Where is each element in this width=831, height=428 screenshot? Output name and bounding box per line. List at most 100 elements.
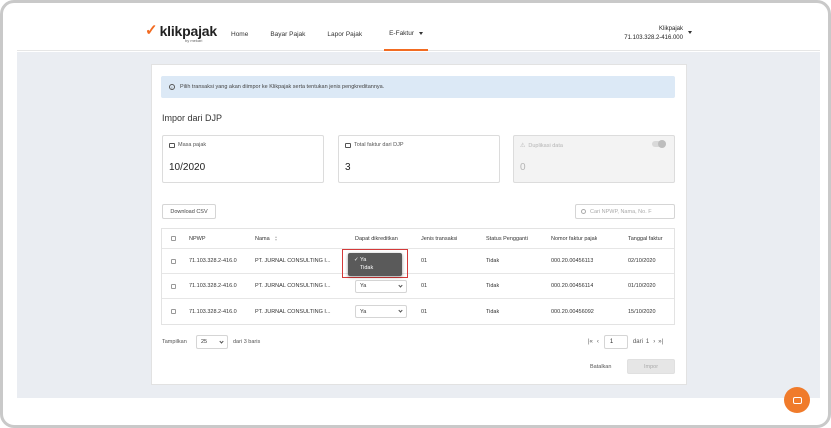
cell-nomor: 000.20.00456113 bbox=[551, 258, 594, 264]
chevron-down-icon bbox=[419, 31, 424, 35]
nav-lapor-pajak[interactable]: Lapor Pajak bbox=[327, 17, 362, 51]
cell-status: Tidak bbox=[486, 283, 500, 289]
next-page-icon[interactable]: › bbox=[653, 339, 655, 345]
cell-tanggal: 15/10/2020 bbox=[628, 308, 656, 315]
chat-icon bbox=[792, 396, 802, 404]
search-input[interactable]: Cari NPWP, Nama, No. F bbox=[575, 204, 675, 219]
info-banner: i Pilih transaksi yang akan diimpor ke K… bbox=[161, 76, 675, 98]
nav-home[interactable]: Home bbox=[231, 17, 248, 51]
stat-masa-label: Masa pajak bbox=[178, 142, 207, 148]
download-csv-button[interactable]: Download CSV bbox=[162, 204, 216, 219]
kredit-select-value: Ya bbox=[360, 308, 367, 315]
row-checkbox[interactable] bbox=[171, 309, 176, 314]
chevron-down-icon bbox=[219, 338, 224, 344]
col-jenis-transaksi: Jenis transaksi bbox=[421, 235, 458, 242]
cell-nomor: 000.20.00456092 bbox=[551, 308, 594, 315]
main-nav: Home Bayar Pajak Lapor Pajak E-Faktur bbox=[231, 17, 450, 51]
warning-icon: ⚠ bbox=[520, 143, 526, 149]
calendar-icon bbox=[169, 142, 175, 148]
brand-name: klikpajak bbox=[159, 23, 218, 39]
duplikasi-toggle[interactable] bbox=[652, 140, 666, 148]
cell-nomor: 000.20.00456114 bbox=[551, 283, 594, 289]
show-label: Tampilkan bbox=[162, 339, 187, 345]
select-all-checkbox[interactable] bbox=[171, 236, 176, 241]
sort-icon bbox=[274, 236, 278, 241]
stat-duplikasi: ⚠ Duplikasi data 0 bbox=[513, 135, 675, 183]
table-header-row: NPWP Nama Dapat dikreditkan Jenis transa… bbox=[162, 229, 674, 249]
cell-jenis: 01 bbox=[421, 308, 428, 315]
last-page-icon[interactable]: »| bbox=[658, 339, 663, 345]
user-name: Klikpajak bbox=[658, 26, 683, 32]
col-dapat-dikreditkan: Dapat dikreditkan bbox=[355, 235, 398, 242]
search-icon bbox=[581, 209, 586, 214]
rows-count: dari 3 baris bbox=[233, 339, 261, 345]
page-title: Impor dari DJP bbox=[162, 113, 223, 123]
page-size-select[interactable]: 25 bbox=[196, 335, 228, 349]
table-row: 71.103.328.2-416.0 PT. JURNAL CONSULTING… bbox=[162, 249, 674, 274]
cell-tanggal: 02/10/2020 bbox=[628, 258, 656, 264]
search-placeholder: Cari NPWP, Nama, No. F bbox=[590, 208, 652, 215]
brand-logo[interactable]: ✓ klikpajak by mekari bbox=[145, 22, 218, 44]
info-text: Pilih transaksi yang akan diimpor ke Kli… bbox=[180, 84, 385, 90]
col-nama[interactable]: Nama bbox=[255, 229, 278, 248]
cell-nama: PT. JURNAL CONSULTING I... bbox=[255, 308, 331, 315]
chevron-down-icon bbox=[398, 282, 403, 288]
col-npwp: NPWP bbox=[189, 235, 206, 242]
top-header: ✓ klikpajak by mekari Home Bayar Pajak L… bbox=[17, 17, 820, 51]
kredit-dropdown-menu: ✓ Ya Tidak bbox=[348, 253, 402, 276]
stat-duplikasi-label: Duplikasi data bbox=[528, 142, 563, 149]
of-pages-label: dari bbox=[632, 339, 643, 345]
kredit-select[interactable]: Ya bbox=[355, 305, 407, 318]
col-tanggal-faktur: Tanggal faktur bbox=[628, 235, 663, 242]
prev-page-icon[interactable]: ‹ bbox=[597, 339, 599, 345]
kredit-select-value: Ya bbox=[360, 283, 367, 289]
cell-tanggal: 01/10/2020 bbox=[628, 283, 656, 289]
stat-total-value: 3 bbox=[345, 162, 351, 173]
table-row: 71.103.328.2-416.0 PT. JURNAL CONSULTING… bbox=[162, 274, 674, 299]
cell-status: Tidak bbox=[486, 258, 500, 264]
import-button[interactable]: Impor bbox=[627, 359, 675, 374]
dropdown-option-ya[interactable]: ✓ Ya bbox=[354, 256, 396, 264]
cell-nama: PT. JURNAL CONSULTING I... bbox=[255, 283, 331, 289]
dropdown-option-tidak[interactable]: Tidak bbox=[354, 264, 396, 272]
cell-nama: PT. JURNAL CONSULTING I... bbox=[255, 258, 331, 264]
col-status-pengganti: Status Pengganti bbox=[486, 235, 528, 242]
cell-status: Tidak bbox=[486, 308, 500, 315]
nav-e-faktur-label: E-Faktur bbox=[389, 29, 415, 37]
stat-duplikasi-value: 0 bbox=[520, 162, 526, 173]
col-nama-label: Nama bbox=[255, 235, 270, 242]
faktur-table: NPWP Nama Dapat dikreditkan Jenis transa… bbox=[161, 228, 675, 325]
nav-bayar-pajak[interactable]: Bayar Pajak bbox=[270, 17, 305, 51]
stat-total-label: Total faktur dari DJP bbox=[354, 142, 404, 148]
import-card: i Pilih transaksi yang akan diimpor ke K… bbox=[151, 64, 687, 385]
user-chevron-down-icon[interactable] bbox=[688, 31, 692, 34]
page-input[interactable]: 1 bbox=[603, 335, 628, 349]
pagination: |« ‹ 1 dari 1 › »| bbox=[588, 335, 663, 349]
nav-e-faktur[interactable]: E-Faktur bbox=[384, 17, 429, 51]
user-npwp: 71.103.328.2-416.000 bbox=[624, 35, 683, 41]
document-icon bbox=[345, 142, 351, 148]
row-checkbox[interactable] bbox=[171, 258, 176, 264]
info-icon: i bbox=[169, 84, 175, 90]
table-row: 71.103.328.2-416.0 PT. JURNAL CONSULTING… bbox=[162, 299, 674, 324]
cell-npwp: 71.103.328.2-416.0 bbox=[189, 308, 237, 315]
kredit-select[interactable]: Ya bbox=[355, 279, 407, 293]
total-pages: 1 bbox=[645, 339, 650, 345]
first-page-icon[interactable]: |« bbox=[588, 339, 593, 345]
row-checkbox[interactable] bbox=[171, 283, 176, 289]
user-menu[interactable]: Klikpajak 71.103.328.2-416.000 bbox=[624, 25, 683, 43]
cell-jenis: 01 bbox=[421, 258, 428, 264]
stat-masa-pajak: Masa pajak 10/2020 bbox=[162, 135, 324, 183]
cancel-button[interactable]: Batalkan bbox=[590, 364, 611, 370]
col-nomor-faktur: Nomor faktur pajak bbox=[551, 235, 598, 242]
chevron-down-icon bbox=[398, 308, 403, 313]
page-size-value: 25 bbox=[201, 339, 208, 345]
chat-button[interactable] bbox=[784, 387, 810, 413]
stat-masa-value: 10/2020 bbox=[169, 162, 206, 173]
cell-npwp: 71.103.328.2-416.0 bbox=[189, 258, 237, 264]
check-logo-icon: ✓ bbox=[145, 22, 158, 39]
stat-total-faktur: Total faktur dari DJP 3 bbox=[338, 135, 500, 183]
brand-subtitle: by mekari bbox=[185, 38, 203, 43]
app-window: ✓ klikpajak by mekari Home Bayar Pajak L… bbox=[0, 0, 831, 428]
cell-jenis: 01 bbox=[421, 283, 428, 289]
